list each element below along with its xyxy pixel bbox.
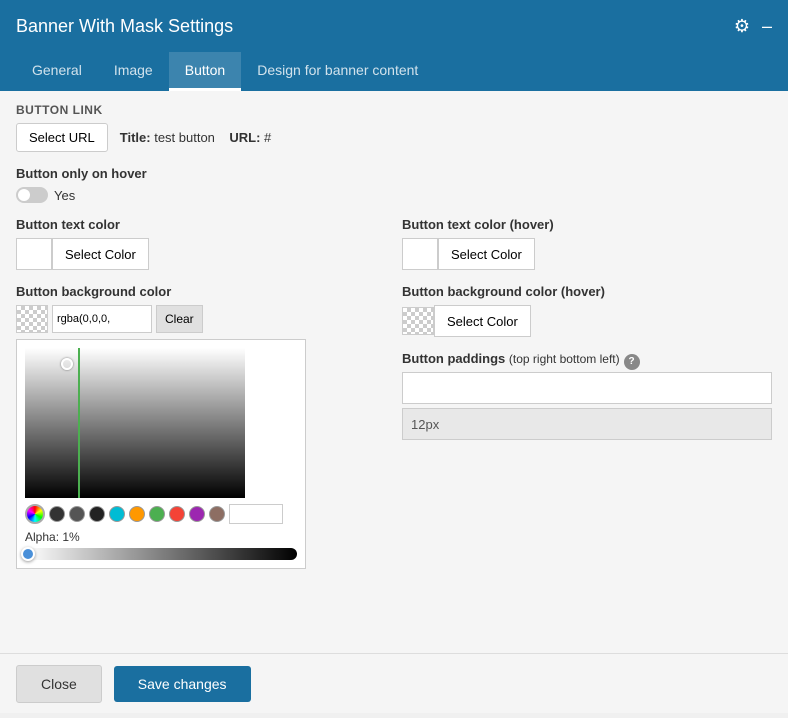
bg-color-hover-button[interactable]: Select Color xyxy=(434,305,531,337)
alpha-thumb xyxy=(21,547,35,561)
text-color-button[interactable]: Select Color xyxy=(52,238,149,270)
footer: Close Save changes xyxy=(0,653,788,713)
bg-color-hover-select-row: Select Color xyxy=(402,305,772,337)
bg-color-input-row: Clear xyxy=(16,305,386,333)
tab-image[interactable]: Image xyxy=(98,52,169,91)
save-button[interactable]: Save changes xyxy=(114,666,251,702)
text-color-hover-col: Button text color (hover) Select Color xyxy=(402,217,772,270)
text-color-label: Button text color xyxy=(16,217,386,232)
rgba-input[interactable] xyxy=(52,305,152,333)
hex-input[interactable] xyxy=(229,504,283,524)
text-color-hover-button[interactable]: Select Color xyxy=(438,238,535,270)
text-color-swatch xyxy=(16,238,52,270)
text-color-hover-select-row: Select Color xyxy=(402,238,772,270)
alpha-label: Alpha: 1% xyxy=(25,530,297,544)
preset-color-2[interactable] xyxy=(69,506,85,522)
bg-color-hover-col: Button background color (hover) Select C… xyxy=(402,284,772,569)
text-color-select-row: Select Color xyxy=(16,238,386,270)
alpha-slider[interactable] xyxy=(25,548,297,560)
hover-yes-label: Yes xyxy=(54,188,75,203)
minimize-icon[interactable]: – xyxy=(762,16,772,37)
saturation-value-picker[interactable] xyxy=(25,348,245,498)
alpha-section: Alpha: 1% xyxy=(25,530,297,560)
preset-color-8[interactable] xyxy=(189,506,205,522)
picker-canvas-row xyxy=(25,348,297,498)
button-link-section: Button link Select URL Title: test butto… xyxy=(16,103,772,152)
app-title: Banner With Mask Settings xyxy=(16,16,233,37)
hover-checkbox-label: Yes xyxy=(16,187,772,203)
paddings-label-row: Button paddings (top right bottom left) … xyxy=(402,351,772,372)
preset-color-5[interactable] xyxy=(129,506,145,522)
text-color-col: Button text color Select Color xyxy=(16,217,386,270)
close-button[interactable]: Close xyxy=(16,665,102,703)
hover-field-label: Button only on hover xyxy=(16,166,772,181)
tab-design[interactable]: Design for banner content xyxy=(241,52,434,91)
hover-toggle-section: Button only on hover Yes xyxy=(16,166,772,203)
text-color-hover-label: Button text color (hover) xyxy=(402,217,772,232)
preset-color-1[interactable] xyxy=(49,506,65,522)
text-color-row: Button text color Select Color Button te… xyxy=(16,217,772,270)
link-title: Title: test button URL: # xyxy=(120,130,272,145)
bg-color-label: Button background color xyxy=(16,284,386,299)
hue-indicator-line xyxy=(78,348,80,498)
select-url-button[interactable]: Select URL xyxy=(16,123,108,152)
paddings-input[interactable] xyxy=(402,372,772,404)
preset-color-6[interactable] xyxy=(149,506,165,522)
hover-toggle[interactable] xyxy=(16,187,48,203)
preset-color-9[interactable] xyxy=(209,506,225,522)
hue-circle[interactable] xyxy=(25,504,45,524)
picker-cursor xyxy=(61,358,73,370)
tab-bar: General Image Button Design for banner c… xyxy=(0,52,788,91)
button-link-row: Select URL Title: test button URL: # xyxy=(16,123,772,152)
paddings-label: Button paddings (top right bottom left) xyxy=(402,351,620,366)
main-content: Button link Select URL Title: test butto… xyxy=(0,91,788,653)
bg-color-swatch xyxy=(16,305,48,333)
paddings-value: 12px xyxy=(402,408,772,440)
color-picker-panel: Alpha: 1% xyxy=(16,339,306,569)
tab-button[interactable]: Button xyxy=(169,52,241,91)
gear-icon[interactable]: ⚙ xyxy=(734,16,750,37)
header: Banner With Mask Settings ⚙ – xyxy=(0,0,788,52)
tab-general[interactable]: General xyxy=(16,52,98,91)
preset-color-3[interactable] xyxy=(89,506,105,522)
text-color-hover-swatch xyxy=(402,238,438,270)
hue-presets-row xyxy=(25,504,297,524)
clear-button[interactable]: Clear xyxy=(156,305,203,333)
preset-color-7[interactable] xyxy=(169,506,185,522)
paddings-section: Button paddings (top right bottom left) … xyxy=(402,351,772,440)
bg-color-col: Button background color Clear xyxy=(16,284,386,569)
button-link-label: Button link xyxy=(16,103,772,117)
preset-color-4[interactable] xyxy=(109,506,125,522)
bg-color-row: Button background color Clear xyxy=(16,284,772,569)
header-actions: ⚙ – xyxy=(734,16,772,37)
paddings-info-icon[interactable]: ? xyxy=(624,354,640,370)
bg-color-hover-label: Button background color (hover) xyxy=(402,284,772,299)
bg-color-hover-swatch xyxy=(402,307,434,335)
